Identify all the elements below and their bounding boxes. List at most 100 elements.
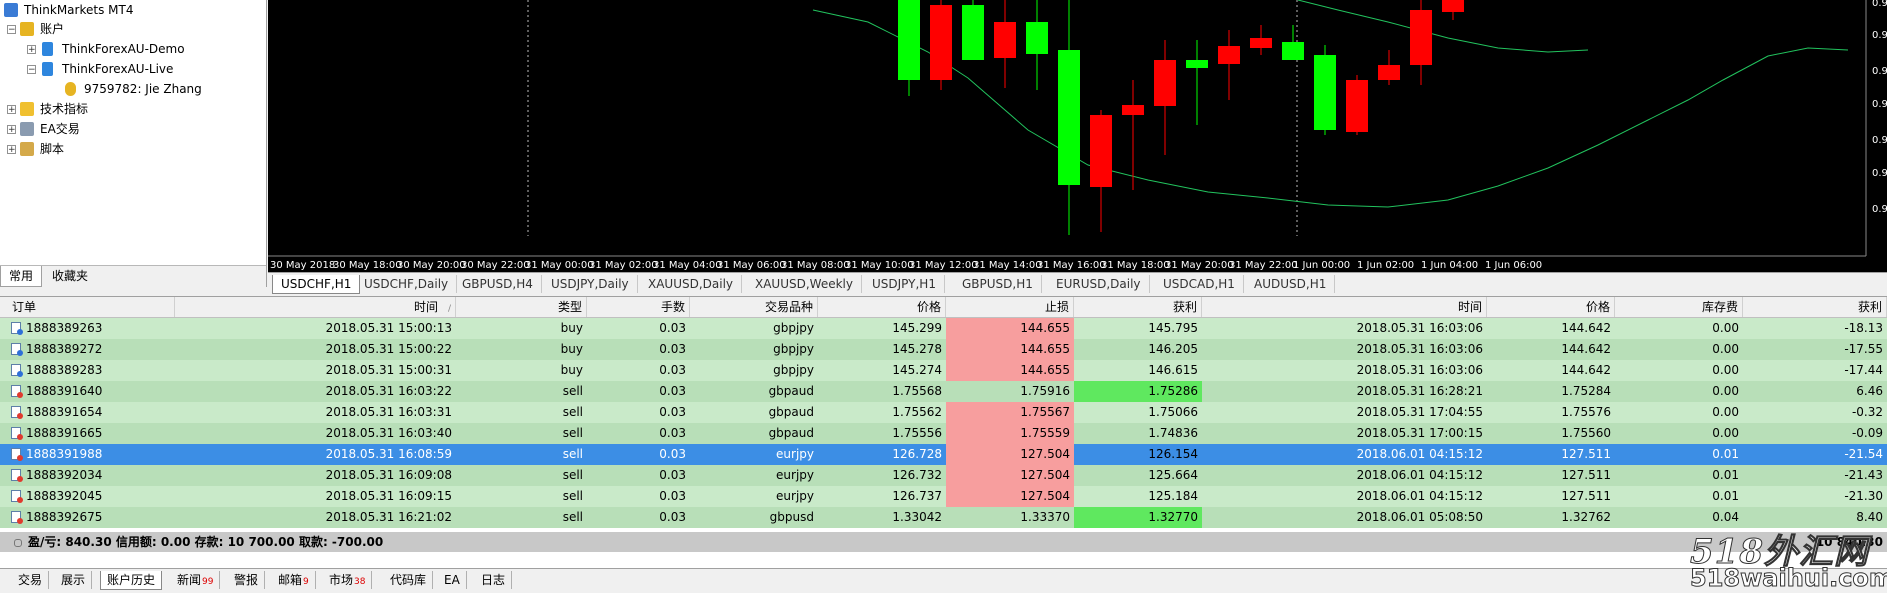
swap-cell: 0.00 (1712, 405, 1739, 419)
time-tick: 31 May 16:00 (1037, 260, 1106, 271)
lots-cell: 0.03 (659, 447, 686, 461)
tp-cell: 126.154 (1148, 447, 1198, 461)
col-order[interactable]: 订单 (0, 297, 175, 317)
time-tick: 1 Jun 04:00 (1421, 260, 1478, 271)
tab-trade[interactable]: 交易 (12, 571, 50, 589)
close-price-cell: 1.75560 (1561, 426, 1611, 440)
tab-news[interactable]: 新闻99 (171, 571, 221, 589)
chart-tab[interactable]: USDCHF,Daily (356, 275, 458, 293)
price-chart[interactable]: 0.9 0.9 0.9 0.9 0.9 0.9 0.9 30 May 2018 … (268, 0, 1887, 272)
type-cell: buy (560, 321, 583, 335)
close-price-cell: 1.75284 (1561, 384, 1611, 398)
time-tick: 31 May 06:00 (717, 260, 786, 271)
order-cell: 1888391988 (26, 447, 103, 461)
bear-candle (1378, 65, 1400, 80)
expand-icon[interactable]: + (7, 105, 16, 115)
lots-cell: 0.03 (659, 426, 686, 440)
type-cell: sell (562, 384, 583, 398)
chart-tab[interactable]: AUDUSD,H1 (1246, 275, 1336, 293)
close-price-cell: 144.642 (1561, 321, 1611, 335)
table-row[interactable]: 1888389263 2018.05.31 15:00:13 buy 0.03 gbpj… (0, 318, 1887, 339)
table-row[interactable]: 1888392045 2018.05.31 16:09:15 sell 0.03 eur… (0, 486, 1887, 507)
profit-cell: -17.55 (1844, 342, 1883, 356)
price-tick: 0.9 (1872, 135, 1887, 146)
tab-code-base[interactable]: 代码库 (384, 571, 434, 589)
chart-tab[interactable]: USDCAD,H1 (1155, 275, 1244, 293)
table-row[interactable]: 1888391654 2018.05.31 16:03:31 sell 0.03 gbp… (0, 402, 1887, 423)
indicator-icon (20, 102, 34, 116)
bear-candle (1410, 10, 1432, 65)
sell-order-icon (11, 427, 23, 440)
tree-root-label: ThinkMarkets MT4 (24, 3, 134, 17)
col-sl[interactable]: 止损 (946, 297, 1074, 317)
expand-icon[interactable]: + (27, 45, 36, 55)
col-lots[interactable]: 手数 (587, 297, 690, 317)
table-row[interactable]: 1888389283 2018.05.31 15:00:31 buy 0.03 gbpj… (0, 360, 1887, 381)
col-profit[interactable]: 获利 (1743, 297, 1887, 317)
open-time-cell: 2018.05.31 16:03:40 (325, 426, 452, 440)
time-tick: 31 May 00:00 (525, 260, 594, 271)
table-row[interactable]: 1888392675 2018.05.31 16:21:02 sell 0.03 gbp… (0, 507, 1887, 528)
table-row[interactable]: 1888391988 2018.05.31 16:08:59 sell 0.03 eur… (0, 444, 1887, 465)
collapse-icon[interactable]: − (7, 25, 16, 35)
order-cell: 1888392034 (26, 468, 103, 482)
chart-tab[interactable]: XAUUSD,Weekly (747, 275, 862, 293)
col-close-price[interactable]: 价格 (1487, 297, 1615, 317)
table-row[interactable]: 1888392034 2018.05.31 16:09:08 sell 0.03 eur… (0, 465, 1887, 486)
symbol-cell: eurjpy (776, 447, 814, 461)
col-price[interactable]: 价格 (818, 297, 946, 317)
bear-candle (1090, 115, 1112, 187)
tab-mailbox[interactable]: 邮箱9 (272, 571, 316, 589)
tab-market[interactable]: 市场38 (323, 571, 373, 589)
lots-cell: 0.03 (659, 363, 686, 377)
nav-tab-favorites[interactable]: 收藏夹 (44, 266, 96, 286)
chart-canvas[interactable]: 0.9 0.9 0.9 0.9 0.9 0.9 0.9 30 May 2018 … (268, 0, 1887, 272)
col-tp[interactable]: 获利 (1074, 297, 1202, 317)
chart-tab[interactable]: USDJPY,Daily (543, 275, 638, 293)
profit-cell: -21.30 (1844, 489, 1883, 503)
tab-journal[interactable]: 日志 (475, 571, 513, 589)
nav-tab-common[interactable]: 常用 (0, 266, 43, 287)
table-row[interactable]: 1888391665 2018.05.31 16:03:40 sell 0.03 gbp… (0, 423, 1887, 444)
expand-icon[interactable]: + (7, 145, 16, 155)
tree-live-label: ThinkForexAU-Live (62, 62, 174, 76)
tab-label: 警报 (234, 573, 259, 587)
chart-tab[interactable]: XAUUSD,Daily (640, 275, 743, 293)
chart-tab[interactable]: GBPUSD,H4 (454, 275, 542, 293)
chart-tab[interactable]: GBPUSD,H1 (954, 275, 1042, 293)
col-symbol[interactable]: 交易品种 (690, 297, 818, 317)
col-type[interactable]: 类型 (456, 297, 587, 317)
close-time-cell: 2018.05.31 16:03:06 (1356, 363, 1483, 377)
type-cell: sell (562, 468, 583, 482)
col-open-time[interactable]: 时间 / (175, 297, 456, 317)
chart-tab[interactable]: USDCHF,H1 (272, 275, 361, 294)
chart-tab[interactable]: USDJPY,H1 (864, 275, 945, 293)
swap-cell: 0.01 (1712, 489, 1739, 503)
collapse-icon[interactable]: − (27, 65, 36, 75)
sort-icon: / (447, 304, 451, 314)
profit-cell: -17.44 (1844, 363, 1883, 377)
chart-tab[interactable]: EURUSD,Daily (1048, 275, 1150, 293)
expand-icon[interactable]: + (7, 125, 16, 135)
news-badge: 99 (202, 577, 214, 587)
bear-candle (1346, 80, 1368, 132)
open-time-cell: 2018.05.31 16:09:08 (325, 468, 452, 482)
tab-account-history[interactable]: 账户历史 (100, 571, 163, 590)
price-cell: 1.75562 (892, 405, 942, 419)
tab-alerts[interactable]: 警报 (228, 571, 266, 589)
table-row[interactable]: 1888389272 2018.05.31 15:00:22 buy 0.03 gbpj… (0, 339, 1887, 360)
tp-cell: 146.615 (1148, 363, 1198, 377)
close-time-cell: 2018.05.31 17:04:55 (1356, 405, 1483, 419)
close-time-cell: 2018.05.31 16:03:06 (1356, 342, 1483, 356)
table-header: 订单 时间 / 类型 手数 交易品种 价格 止损 获利 时间 价格 库存费 获利 (0, 297, 1887, 318)
profit-cell: 6.46 (1856, 384, 1883, 398)
table-row[interactable]: 1888391640 2018.05.31 16:03:22 sell 0.03 gbp… (0, 381, 1887, 402)
time-tick: 30 May 18:00 (333, 260, 402, 271)
swap-cell: 0.00 (1712, 363, 1739, 377)
col-close-time[interactable]: 时间 (1202, 297, 1487, 317)
tab-experts[interactable]: EA (438, 571, 467, 589)
col-swap[interactable]: 库存费 (1615, 297, 1743, 317)
sl-cell: 1.75916 (1020, 384, 1070, 398)
tab-label: 账户历史 (107, 573, 156, 587)
tab-exposure[interactable]: 展示 (55, 571, 93, 589)
